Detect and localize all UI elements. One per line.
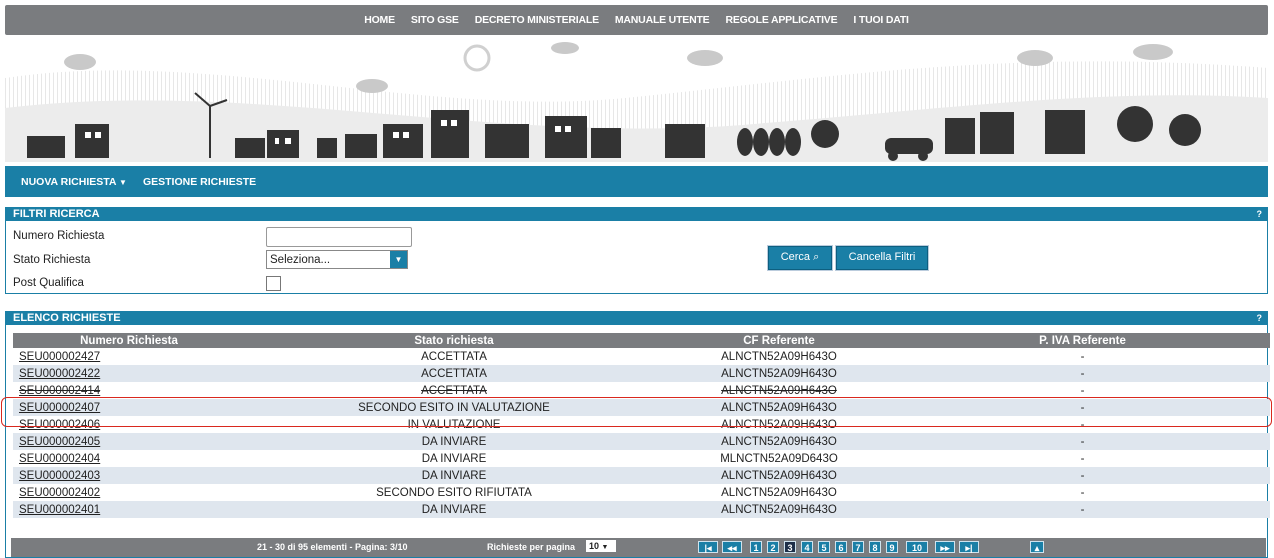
numero-richiesta-input[interactable] [266,227,412,247]
scroll-top-icon[interactable]: ▴ [1030,541,1044,553]
status-cell: DA INVIARE [245,501,663,518]
piva-cell: - [895,433,1270,450]
page-button[interactable]: 7 [852,541,864,553]
cerca-label: Cerca [780,251,811,263]
request-number-link[interactable]: SEU000002401 [19,504,100,516]
city-banner-illustration [5,42,1268,162]
cf-cell: ALNCTN52A09H643O [663,501,895,518]
status-cell: ACCETTATA [421,350,487,363]
status-cell: DA INVIARE [245,433,663,450]
per-page-value: 10 [589,541,600,551]
page-button[interactable]: 4 [801,541,813,553]
next-page-icon[interactable]: ▸▸ [935,541,955,553]
stato-richiesta-select[interactable]: Seleziona... ▼ [266,250,408,269]
cf-cell: ALNCTN52A09H643O [663,365,895,382]
page-button[interactable]: 6 [835,541,847,553]
request-number-link[interactable]: SEU000002404 [19,453,100,465]
table-row: SEU000002403 DA INVIARE ALNCTN52A09H643O… [13,467,1270,484]
search-icon: ⌕ [813,251,820,263]
nav-manuale-utente[interactable]: MANUALE UTENTE [615,14,710,26]
table-row: SEU000002404 DA INVIARE MLNCTN52A09D643O… [13,450,1270,467]
first-page-icon[interactable]: |◂ [698,541,718,553]
request-number-link[interactable]: SEU000002414 [19,385,100,397]
numero-richiesta-label: Numero Richiesta [13,230,105,242]
cf-cell: ALNCTN52A09H643O [721,486,837,499]
nuova-richiesta-label: NUOVA RICHIESTA [21,175,117,188]
stato-richiesta-label: Stato Richiesta [13,254,91,266]
status-cell: DA INVIARE [421,452,487,465]
requests-panel: Numero Richiesta Stato richiesta CF Refe… [5,322,1270,558]
page-button[interactable]: 1 [750,541,762,553]
column-header[interactable]: CF Referente [663,333,895,348]
piva-cell: - [1080,486,1085,499]
page-button[interactable]: 9 [886,541,898,553]
previous-page-icon[interactable]: ◂◂ [722,541,742,553]
pagination-bar: 21 - 30 di 95 elementi - Pagina: 3/10 Ri… [11,538,1266,557]
chevron-down-icon: ▼ [601,544,609,551]
nav-regole-applicative[interactable]: REGOLE APPLICATIVE [726,14,838,26]
table-row: SEU000002401 DA INVIARE ALNCTN52A09H643O… [13,501,1270,518]
cf-cell: MLNCTN52A09D643O [720,452,838,465]
help-icon[interactable]: ? [1257,207,1263,221]
last-page-icon[interactable]: ▸| [959,541,979,553]
piva-cell: - [895,501,1270,518]
request-number-link[interactable]: SEU000002402 [19,487,100,499]
nuova-richiesta-menu[interactable]: NUOVA RICHIESTA ▼ [21,176,127,188]
filters-header: FILTRI RICERCA ? [5,207,1268,221]
page-button[interactable]: 5 [818,541,830,553]
per-page-label: Richieste per pagina [487,542,576,552]
piva-cell: - [1080,350,1085,363]
status-cell: DA INVIARE [245,467,663,484]
page-button-current[interactable]: 3 [784,541,796,553]
page-button[interactable]: 10 [906,541,928,553]
request-number-link[interactable]: SEU000002427 [19,351,100,363]
post-qualifica-label: Post Qualifica [13,277,84,289]
table-row: SEU000002405 DA INVIARE ALNCTN52A09H643O… [13,433,1270,450]
per-page-select[interactable]: 10 ▼ [586,540,616,552]
cancella-filtri-button[interactable]: Cancella Filtri [836,246,928,270]
gestione-richieste-link[interactable]: GESTIONE RICHIESTE [143,176,256,188]
stato-richiesta-value: Seleziona... [270,254,331,266]
piva-cell: - [895,467,1270,484]
column-header[interactable]: Stato richiesta [245,333,663,348]
table-row: SEU000002427 ACCETTATA ALNCTN52A09H643O … [13,348,1270,365]
cerca-button[interactable]: Cerca ⌕ [768,246,832,270]
filters-panel: Numero Richiesta Stato Richiesta Selezio… [5,220,1268,294]
table-row: SEU000002422 ACCETTATA ALNCTN52A09H643O … [13,365,1270,382]
page-button[interactable]: 8 [869,541,881,553]
pagination-info: 21 - 30 di 95 elementi - Pagina: 3/10 [257,542,408,552]
main-navigation: NUOVA RICHIESTA ▼ GESTIONE RICHIESTE [5,166,1268,197]
column-header[interactable]: P. IVA Referente [895,333,1270,348]
filters-title: FILTRI RICERCA [13,208,100,220]
nav-decreto-ministeriale[interactable]: DECRETO MINISTERIALE [475,14,599,26]
cf-cell: ALNCTN52A09H643O [721,350,837,363]
row-highlight-annotation [1,397,1272,427]
top-navigation: HOME SITO GSE DECRETO MINISTERIALE MANUA… [5,5,1268,35]
request-number-link[interactable]: SEU000002422 [19,368,100,380]
caret-down-icon: ▼ [119,177,127,187]
nav-i-tuoi-dati[interactable]: I TUOI DATI [853,14,909,26]
cf-cell: ALNCTN52A09H643O [663,433,895,450]
status-cell: SECONDO ESITO RIFIUTATA [376,486,532,499]
piva-cell: - [895,365,1270,382]
chevron-down-icon: ▼ [390,251,407,268]
column-header[interactable]: Numero Richiesta [13,333,245,348]
status-cell: ACCETTATA [245,365,663,382]
cf-cell: ALNCTN52A09H643O [663,467,895,484]
page-button[interactable]: 2 [767,541,779,553]
table-row: SEU000002402 SECONDO ESITO RIFIUTATA ALN… [13,484,1270,501]
request-number-link[interactable]: SEU000002405 [19,436,100,448]
request-number-link[interactable]: SEU000002403 [19,470,100,482]
nav-sito-gse[interactable]: SITO GSE [411,14,459,26]
post-qualifica-checkbox[interactable] [266,276,281,291]
piva-cell: - [1080,452,1085,465]
nav-home[interactable]: HOME [364,14,395,26]
